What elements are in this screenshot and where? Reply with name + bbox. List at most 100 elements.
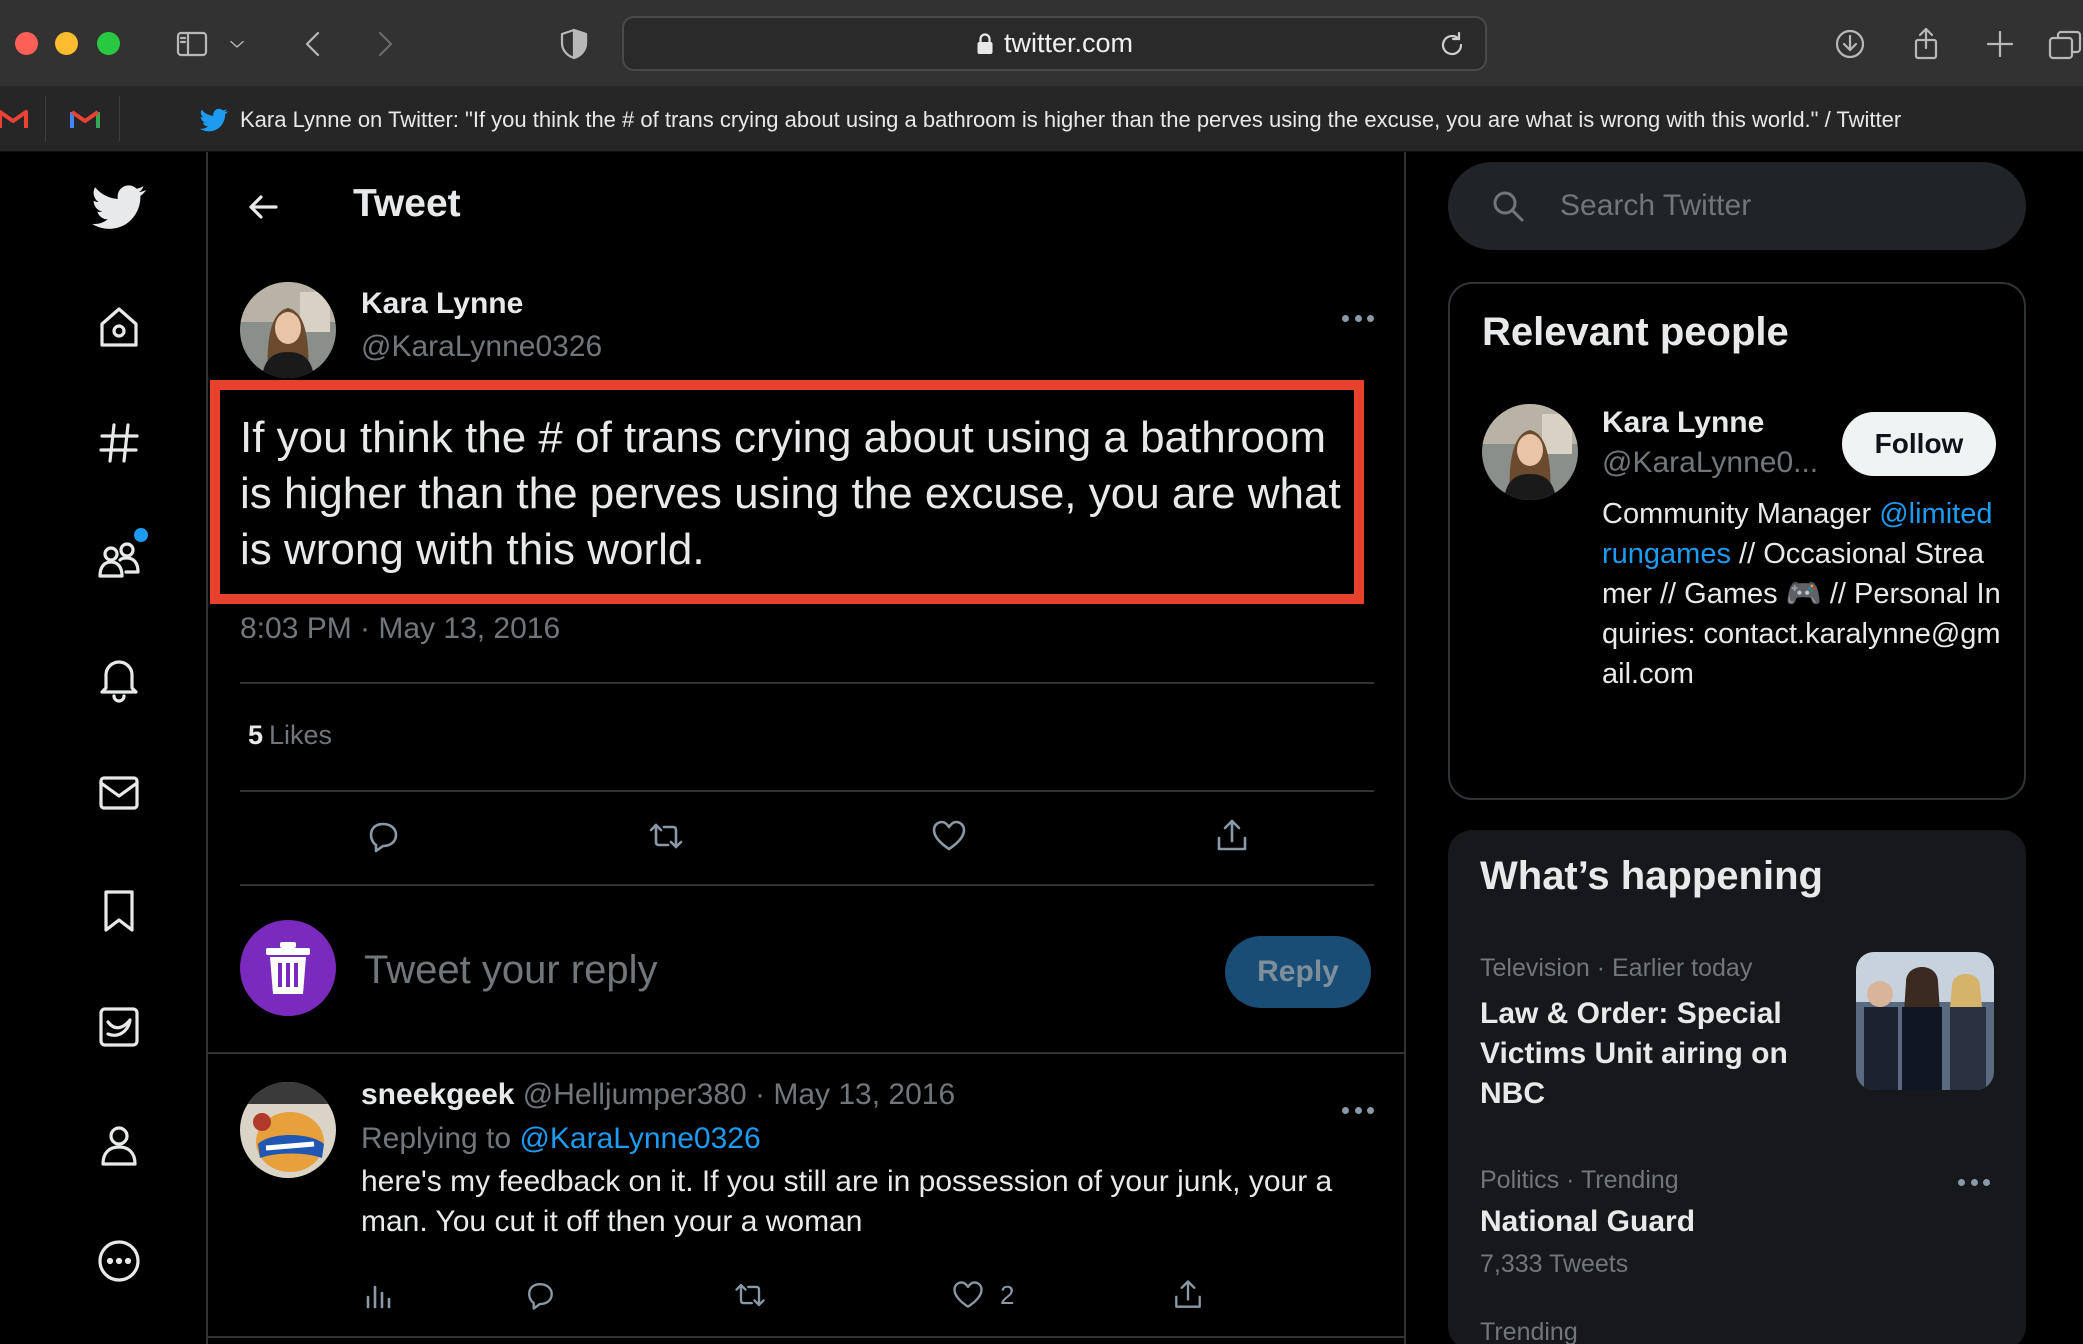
notification-dot (134, 528, 148, 542)
zoom-window-button[interactable] (97, 32, 120, 55)
messages-envelope-icon[interactable] (84, 758, 154, 828)
tweet-more-icon[interactable] (1338, 308, 1378, 328)
downloads-icon[interactable] (1826, 20, 1874, 68)
trend-category: Politics · Trending (1480, 1166, 1679, 1194)
twitter-bird-icon (200, 108, 228, 132)
author-avatar[interactable] (240, 282, 336, 378)
share-tweet-icon (1175, 1280, 1201, 1308)
pinned-tab-gmail-1[interactable] (0, 96, 46, 142)
section-divider (208, 1052, 1406, 1054)
comment-retweet[interactable] (732, 1270, 768, 1320)
back-arrow-icon[interactable] (238, 182, 288, 232)
address-bar[interactable]: twitter.com (622, 16, 1487, 71)
divider (240, 682, 1374, 684)
forward-nav-icon[interactable] (360, 20, 408, 68)
comment-analytics[interactable] (360, 1270, 396, 1320)
close-window-button[interactable] (15, 32, 38, 55)
url-text: twitter.com (1003, 28, 1134, 58)
share-icon[interactable] (1902, 20, 1950, 68)
tweet-header: Tweet (208, 152, 1406, 260)
profile-icon[interactable] (84, 1110, 154, 1180)
comment-author-name[interactable]: sneekgeek (361, 1078, 514, 1111)
likes-label: Likes (269, 720, 333, 750)
trend-category: Television · Earlier today (1480, 954, 1753, 982)
gmail-icon (69, 110, 100, 128)
whats-happening-panel: What’s happening Television · Earlier to… (1448, 830, 2026, 1344)
notifications-bell-icon[interactable] (84, 642, 154, 712)
retweet-icon (735, 1283, 765, 1307)
section-divider (208, 1336, 1406, 1338)
reply-icon (528, 1283, 553, 1310)
retweet-icon[interactable] (638, 808, 694, 864)
main-column: Tweet Kara Lynne @KaraLynne0326 If you t… (208, 152, 1406, 1344)
pinned-tab-gmail-2[interactable] (50, 96, 120, 142)
divider (240, 790, 1374, 792)
back-nav-icon[interactable] (290, 20, 338, 68)
comment-avatar[interactable] (240, 1082, 336, 1178)
explore-hashtag-icon[interactable] (84, 408, 154, 478)
replying-to-line: Replying to @KaraLynne0326 (361, 1122, 761, 1156)
whats-happening-title: What’s happening (1480, 854, 1823, 898)
comment-like[interactable]: 2 (950, 1270, 1014, 1320)
relevant-people-title: Relevant people (1482, 310, 1789, 354)
comment-share[interactable] (1170, 1270, 1206, 1320)
relevant-people-panel: Relevant people Kara Lynne @KaraLynne0..… (1448, 282, 2026, 800)
tweet-text: If you think the # of trans crying about… (240, 413, 1341, 574)
search-box[interactable] (1448, 162, 2026, 250)
bio-text-start: Community Manager (1602, 498, 1880, 530)
tab-overview-icon[interactable] (2044, 20, 2083, 68)
privacy-shield-icon[interactable] (550, 20, 598, 68)
lock-icon (977, 32, 993, 54)
chevron-down-icon[interactable] (222, 20, 252, 68)
sidebar-toggle-icon[interactable] (168, 20, 216, 68)
author-name[interactable]: Kara Lynne (361, 287, 523, 321)
trend-title: National Guard (1480, 1205, 1696, 1238)
author-handle[interactable]: @KaraLynne0326 (361, 330, 602, 364)
communities-icon[interactable] (84, 524, 154, 594)
replying-prefix: Replying to (361, 1122, 512, 1155)
comment-like-count: 2 (1000, 1279, 1015, 1310)
reply-input[interactable]: Tweet your reply (364, 948, 657, 993)
person-avatar[interactable] (1482, 404, 1578, 500)
bookmarks-icon[interactable] (84, 876, 154, 946)
reply-button[interactable]: Reply (1225, 936, 1371, 1008)
trend-title: Law & Order: Special Victims Unit airing… (1480, 997, 1788, 1110)
follow-button[interactable]: Follow (1842, 412, 1996, 476)
likes-number: 5 (248, 720, 264, 750)
twitter-page: Tweet Kara Lynne @KaraLynne0326 If you t… (0, 152, 2083, 1344)
tweet-timestamp[interactable]: 8:03 PM · May 13, 2016 (240, 612, 560, 646)
new-tab-icon[interactable] (1976, 20, 2024, 68)
trash-can-icon (266, 942, 310, 994)
trend-count: 7,333 Tweets (1480, 1250, 1629, 1278)
person-handle[interactable]: @KaraLynne0... (1602, 446, 1818, 480)
comment-reply[interactable] (522, 1270, 558, 1320)
twitter-logo-icon[interactable] (84, 172, 154, 242)
likes-count[interactable]: 5 Likes (248, 720, 332, 751)
user-avatar[interactable] (240, 920, 336, 1016)
tab-active-twitter[interactable]: Kara Lynne on Twitter: "If you think the… (200, 100, 1901, 140)
tab-title: Kara Lynne on Twitter: "If you think the… (240, 107, 1902, 132)
trend-thumbnail (1856, 952, 1994, 1090)
share-tweet-icon[interactable] (1204, 808, 1260, 864)
person-name[interactable]: Kara Lynne (1602, 406, 1764, 440)
gmail-icon (0, 110, 28, 128)
minimize-window-button[interactable] (55, 32, 78, 55)
trend-more-icon[interactable] (1954, 1172, 1994, 1192)
twitter-blue-icon[interactable] (84, 992, 154, 1062)
replying-to-mention[interactable]: @KaraLynne0326 (519, 1122, 760, 1155)
reply-icon[interactable] (355, 808, 411, 864)
search-input[interactable] (1560, 180, 1990, 232)
comment-header: sneekgeek @Helljumper380 · May 13, 2016 (361, 1078, 955, 1112)
comment-meta[interactable]: @Helljumper380 · May 13, 2016 (523, 1078, 955, 1111)
more-options-icon[interactable] (84, 1226, 154, 1296)
page-title: Tweet (353, 182, 461, 225)
like-heart-icon (953, 1281, 983, 1308)
comment-text: here's my feedback on it. If you still a… (361, 1165, 1333, 1238)
reload-icon[interactable] (1437, 30, 1467, 60)
browser-toolbar: twitter.com (0, 0, 2083, 86)
comment-more-icon[interactable] (1338, 1100, 1378, 1120)
divider (240, 884, 1374, 886)
search-icon (1493, 191, 1524, 222)
home-icon[interactable] (84, 292, 154, 362)
like-heart-icon[interactable] (921, 808, 977, 864)
